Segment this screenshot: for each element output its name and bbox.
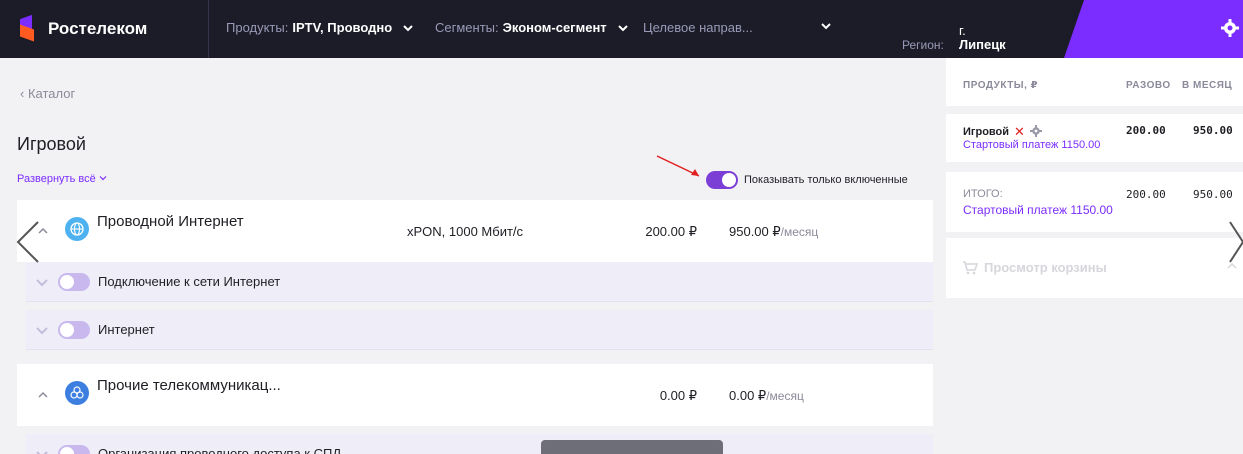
service-label: Интернет <box>98 322 155 337</box>
product-group-other-telecom: Прочие телекоммуникац... 0.00 ₽ 0.00 ₽/м… <box>17 364 933 426</box>
cart-col-once: РАЗОВО <box>1126 80 1171 91</box>
region-value: Липецк <box>959 37 1006 52</box>
segments-filter[interactable]: Сегменты: Эконом-сегмент <box>435 20 629 35</box>
group-header[interactable]: Проводной Интернет xPON, 1000 Мбит/с 200… <box>17 200 933 262</box>
target-direction-filter[interactable]: Целевое направ... <box>643 20 757 35</box>
chevron-down-icon[interactable] <box>35 447 49 454</box>
remove-icon[interactable]: ✕ <box>1014 124 1025 140</box>
page-title: Игровой <box>17 134 86 154</box>
cart-total-label: ИТОГО: <box>963 188 1003 200</box>
network-icon <box>65 381 89 405</box>
region-label: Регион: <box>902 38 944 52</box>
cart-total-once: 200.00 <box>1126 188 1166 201</box>
view-cart-label: Просмотр корзины <box>984 260 1107 275</box>
segments-filter-label: Сегменты: <box>435 20 499 35</box>
expand-all-label: Развернуть всё <box>17 173 96 185</box>
group-once-price: 200.00 ₽ <box>645 224 697 239</box>
cart-total: ИТОГО: 200.00 950.00 Стартовый платеж 11… <box>946 172 1243 232</box>
cart-item-name-row: Игровой ✕ <box>963 124 1042 140</box>
accent-block <box>1064 0 1243 58</box>
gear-icon[interactable] <box>1220 18 1240 38</box>
chevron-down-icon <box>617 22 629 34</box>
brand-name: Ростелеком <box>48 19 148 38</box>
chevron-down-icon <box>99 173 107 185</box>
back-label: Каталог <box>27 86 76 101</box>
product-group-wired-internet: Проводной Интернет xPON, 1000 Мбит/с 200… <box>17 200 933 262</box>
cart-item-start-payment: Стартовый платеж 1150.00 <box>963 139 1101 151</box>
chevron-up-icon[interactable] <box>37 389 49 401</box>
service-toggle[interactable] <box>58 320 90 339</box>
chevron-left-icon: ‹ <box>20 86 28 101</box>
cart-item-monthly: 950.00 <box>1193 124 1233 137</box>
group-name: Проводной Интернет <box>97 213 244 230</box>
segments-filter-value: Эконом-сегмент <box>502 20 607 35</box>
service-toggle[interactable] <box>58 272 90 291</box>
chevron-down-icon[interactable] <box>820 20 832 32</box>
service-label: Организация проводного доступа к СПД <box>98 446 342 454</box>
cart-total-monthly: 950.00 <box>1193 188 1233 201</box>
service-row[interactable]: Интернет <box>26 310 933 350</box>
cart-total-start-payment: Стартовый платеж 1150.00 <box>963 203 1113 217</box>
brand-logo-icon <box>20 14 36 42</box>
viewer-toolbar[interactable] <box>541 440 723 454</box>
products-filter-value: IPTV, Проводно <box>292 20 393 35</box>
products-filter-label: Продукты: <box>226 20 289 35</box>
expand-all-link[interactable]: Развернуть всё <box>17 173 107 185</box>
products-filter[interactable]: Продукты: IPTV, Проводно <box>226 20 414 35</box>
carousel-next-icon[interactable] <box>1226 218 1243 266</box>
carousel-prev-icon[interactable] <box>14 218 42 266</box>
show-only-enabled-label: Показывать только включенные <box>744 174 908 186</box>
show-only-enabled-toggle-row[interactable]: Показывать только включенные <box>706 171 908 189</box>
target-direction-filter-value: Целевое направ... <box>643 20 753 35</box>
cart-icon <box>962 261 979 275</box>
region-prefix: г. <box>959 23 966 38</box>
chevron-down-icon[interactable] <box>35 275 49 289</box>
show-only-enabled-toggle[interactable] <box>706 171 738 189</box>
chevron-down-icon[interactable] <box>35 323 49 337</box>
cart-item-once: 200.00 <box>1126 124 1166 137</box>
group-monthly-price: 950.00 ₽/месяц <box>729 224 819 239</box>
divider <box>208 0 209 58</box>
group-monthly-price: 0.00 ₽/месяц <box>729 388 804 403</box>
service-label: Подключение к сети Интернет <box>98 274 281 289</box>
chevron-down-icon <box>402 22 414 34</box>
cart-item: Игровой ✕ 200.00 950.00 Стартовый платеж… <box>946 114 1243 162</box>
group-name: Прочие телекоммуникац... <box>97 377 281 394</box>
cart-header: ПРОДУКТЫ, ₽ РАЗОВО В МЕСЯЦ <box>946 58 1243 106</box>
service-toggle[interactable] <box>58 444 90 454</box>
region-selector[interactable]: г. Липецк <box>959 24 1006 52</box>
brand[interactable]: Ростелеком <box>20 12 147 46</box>
cart-col-monthly: В МЕСЯЦ <box>1182 80 1233 91</box>
cart-panel: ПРОДУКТЫ, ₽ РАЗОВО В МЕСЯЦ Игровой ✕ 200… <box>946 58 1243 454</box>
back-to-catalog-link[interactable]: ‹ Каталог <box>20 86 75 101</box>
cart-col-products: ПРОДУКТЫ, ₽ <box>963 80 1039 91</box>
catalog-main: ‹ Каталог Игровой Развернуть всё Показыв… <box>0 58 946 454</box>
group-header[interactable]: Прочие телекоммуникац... 0.00 ₽ 0.00 ₽/м… <box>17 364 933 426</box>
annotation-arrow-icon <box>656 155 700 177</box>
view-cart-button[interactable]: Просмотр корзины <box>946 238 1243 298</box>
globe-icon <box>65 217 89 241</box>
group-tech: xPON, 1000 Мбит/с <box>407 224 524 239</box>
top-navigation-bar: Ростелеком Продукты: IPTV, Проводно Сегм… <box>0 0 1243 58</box>
gear-icon[interactable] <box>1029 124 1042 140</box>
cart-item-name: Игровой <box>963 126 1010 138</box>
service-row[interactable]: Организация проводного доступа к СПД <box>26 434 933 454</box>
group-once-price: 0.00 ₽ <box>659 388 697 403</box>
service-row[interactable]: Подключение к сети Интернет <box>26 262 933 302</box>
